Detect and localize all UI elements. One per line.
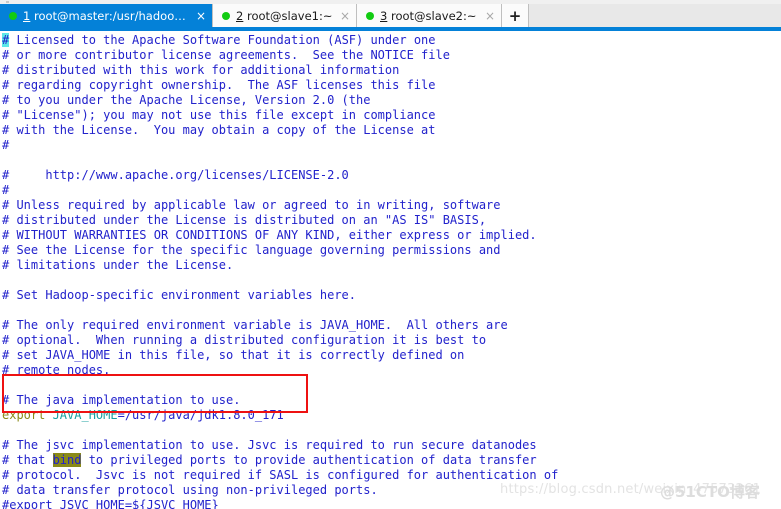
terminal-output[interactable]: # Licensed to the Apache Software Founda… <box>0 31 781 509</box>
terminal-line: # remote nodes. <box>2 363 111 377</box>
terminal-line: # distributed under the License is distr… <box>2 213 487 227</box>
terminal-line: # to you under the Apache License, Versi… <box>2 93 371 107</box>
close-icon[interactable]: × <box>196 10 206 22</box>
terminal-line: # with the License. You may obtain a cop… <box>2 123 436 137</box>
terminal-line: # WITHOUT WARRANTIES OR CONDITIONS OF AN… <box>2 228 537 242</box>
terminal-line: # set JAVA_HOME in this file, so that it… <box>2 348 465 362</box>
connection-status-icon <box>366 11 374 20</box>
tab-root-slave2[interactable]: 3 root@slave2:~ × <box>357 4 502 27</box>
tab-bar: 1 root@master:/usr/hadoop/... × 2 root@s… <box>0 4 781 27</box>
terminal-line: # distributed with this work for additio… <box>2 63 400 77</box>
tab-title: root@master:/usr/hadoop/... <box>30 8 190 23</box>
watermark-51cto: @51CTO博客 <box>660 483 760 501</box>
terminal-line: # The jsvc implementation to use. Jsvc i… <box>2 438 537 452</box>
terminal-line: # <box>2 183 10 197</box>
terminal-line: # See the License for the specific langu… <box>2 243 501 257</box>
env-var-value: =/usr/java/jdk1.8.0_171 <box>117 408 284 422</box>
shell-keyword-export: export <box>2 408 46 422</box>
tab-label: 3 root@slave2:~ <box>380 9 479 23</box>
connection-status-icon <box>222 11 230 20</box>
line-text: Licensed to the Apache Software Foundati… <box>9 33 436 47</box>
terminal-line: # regarding copyright ownership. The ASF… <box>2 78 436 92</box>
terminal-window: 1 root@master:/usr/hadoop/... × 2 root@s… <box>0 0 781 509</box>
close-icon[interactable]: × <box>340 10 350 22</box>
terminal-line: # The java implementation to use. <box>2 393 241 407</box>
env-var-name: JAVA_HOME <box>45 408 118 422</box>
terminal-line: # "License"); you may not use this file … <box>2 108 436 122</box>
tab-root-master[interactable]: 1 root@master:/usr/hadoop/... × <box>0 4 212 27</box>
terminal-line: # limitations under the License. <box>2 258 234 272</box>
tab-title: root@slave2:~ <box>387 8 477 23</box>
tab-label: 1 root@master:/usr/hadoop/... <box>23 9 190 23</box>
connection-status-icon <box>9 11 17 20</box>
close-icon[interactable]: × <box>485 10 495 22</box>
new-tab-button[interactable]: + <box>502 4 529 27</box>
terminal-line: # The only required environment variable… <box>2 318 508 332</box>
tab-root-slave1[interactable]: 2 root@slave1:~ × <box>212 4 357 27</box>
terminal-line: # that bind to privileged ports to provi… <box>2 453 781 468</box>
terminal-line: export JAVA_HOME=/usr/java/jdk1.8.0_171 <box>2 408 781 423</box>
tab-title: root@slave1:~ <box>243 8 333 23</box>
line-text: # that <box>2 453 53 467</box>
tab-bar-filler <box>529 4 781 27</box>
search-match-highlight: bind <box>52 453 82 467</box>
line-text: to privileged ports to provide authentic… <box>81 453 537 467</box>
terminal-line: # http://www.apache.org/licenses/LICENSE… <box>2 168 349 182</box>
terminal-line: # optional. When running a distributed c… <box>2 333 487 347</box>
terminal-line: # <box>2 138 10 152</box>
window-grip-icon <box>6 1 9 3</box>
terminal-line: # Unless required by applicable law or a… <box>2 198 501 212</box>
terminal-line: # or more contributor license agreements… <box>2 48 450 62</box>
tab-label: 2 root@slave1:~ <box>236 9 334 23</box>
terminal-line: # Licensed to the Apache Software Founda… <box>2 33 781 48</box>
terminal-line: # Set Hadoop-specific environment variab… <box>2 288 357 302</box>
